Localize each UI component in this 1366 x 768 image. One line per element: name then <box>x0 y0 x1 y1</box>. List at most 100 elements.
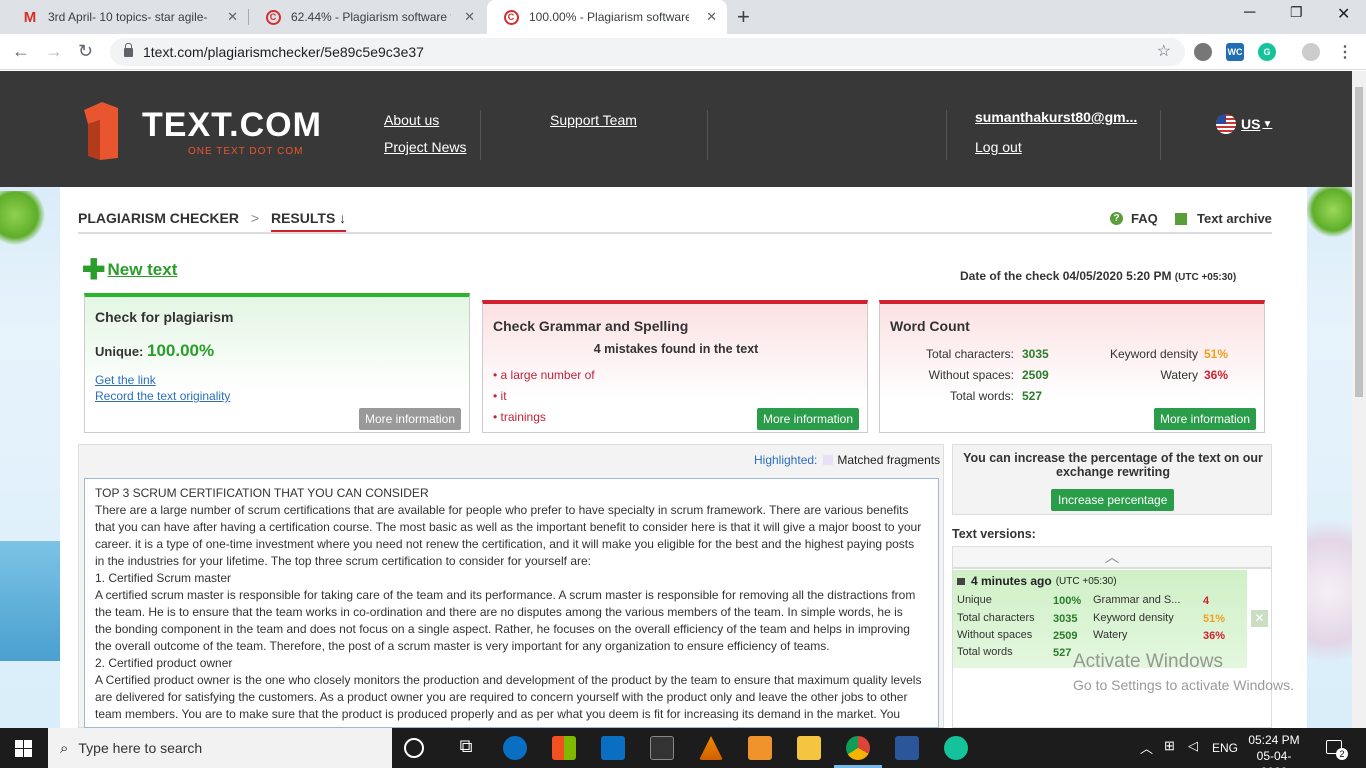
highlight-legend: Highlighted: Matched fragments <box>754 453 941 467</box>
breadcrumb-divider <box>78 232 1272 234</box>
record-originality-link[interactable]: Record the text originality <box>95 389 230 403</box>
logo-name: TEXT.COM <box>142 106 322 144</box>
without-spaces: 2509 <box>1022 368 1049 382</box>
extension-cloud-icon[interactable] <box>1194 43 1212 61</box>
about-link[interactable]: About us <box>384 112 439 128</box>
logout-link[interactable]: Log out <box>975 139 1022 155</box>
activate-windows-watermark: Activate Windows Go to Settings to activ… <box>1073 651 1294 693</box>
site-logo[interactable]: TEXT.COM ONE TEXT DOT COM <box>78 100 322 160</box>
wc-extension-icon[interactable]: WC <box>1226 43 1244 61</box>
volume-icon[interactable]: ◁ <box>1188 738 1198 754</box>
date-of-check: Date of the check 04/05/2020 5:20 PM (UT… <box>960 269 1237 283</box>
versions-scroll-up[interactable]: ︿ <box>952 546 1272 568</box>
network-icon[interactable]: ⊞ <box>1164 738 1175 754</box>
plagiarism-card: Check for plagiarism Unique: 100.00% Get… <box>84 293 470 433</box>
copyright-icon: C <box>265 9 281 25</box>
address-bar[interactable]: 1text.com/plagiarismchecker/5e89c5e9c3e3… <box>110 38 1185 66</box>
increase-panel: You can increase the percentage of the t… <box>952 444 1272 515</box>
text-archive-link[interactable]: Text archive <box>1175 211 1272 226</box>
close-window-icon[interactable]: ✕ <box>1337 4 1350 24</box>
lock-icon <box>957 577 965 585</box>
word-count-title: Word Count <box>890 318 970 334</box>
grammar-card: Check Grammar and Spelling 4 mistakes fo… <box>482 300 868 433</box>
help-icon: ? <box>1110 212 1123 225</box>
logo-sub: ONE TEXT DOT COM <box>188 146 304 157</box>
tab-gmail[interactable]: M 3rd April- 10 topics- star agile- S ✕ <box>6 0 248 34</box>
reload-icon[interactable]: ↻ <box>78 41 93 62</box>
project-news-link[interactable]: Project News <box>384 139 466 155</box>
notification-count: 2 <box>1336 748 1348 760</box>
sublime-icon[interactable] <box>748 736 772 760</box>
plagiarism-title: Check for plagiarism <box>95 309 234 325</box>
crumb-results[interactable]: RESULTS ↓ <box>270 210 347 232</box>
unique-value: 100.00% <box>147 341 215 360</box>
watery: 36% <box>1204 368 1229 382</box>
language-selector[interactable]: US ▼ <box>1216 114 1272 134</box>
store-icon[interactable] <box>552 736 576 760</box>
tray-chevron-up-icon[interactable]: ︿ <box>1140 738 1153 757</box>
word-icon[interactable] <box>895 736 919 760</box>
task-view-icon[interactable]: ⧉ <box>454 736 478 760</box>
get-link[interactable]: Get the link <box>95 373 156 387</box>
tab-plagiarism-62[interactable]: C 62.44% - Plagiarism software free ✕ <box>249 0 485 34</box>
chrome-icon[interactable] <box>846 736 870 760</box>
support-team-link[interactable]: Support Team <box>550 112 637 128</box>
delete-version-icon[interactable]: ✕ <box>1251 610 1268 627</box>
url-text: 1text.com/plagiarismchecker/5e89c5e9c3e3… <box>143 44 424 60</box>
vlc-icon[interactable] <box>699 736 723 760</box>
faq-link[interactable]: ? FAQ <box>1110 211 1158 226</box>
us-flag-icon <box>1216 114 1236 134</box>
increase-percentage-button[interactable]: Increase percentage <box>1051 489 1175 511</box>
word-count-card: Word Count Total characters: 3035 Withou… <box>879 300 1265 433</box>
new-tab-icon[interactable]: + <box>737 4 750 30</box>
maximize-icon[interactable]: ❐ <box>1290 4 1303 21</box>
grammar-title: Check Grammar and Spelling <box>493 318 689 334</box>
plagiarism-more-button[interactable]: More information <box>358 408 461 430</box>
tab-plagiarism-100[interactable]: C 100.00% - Plagiarism software fre ✕ <box>487 0 727 34</box>
browser-toolbar: ← → ↻ 1text.com/plagiarismchecker/5e89c5… <box>0 34 1366 70</box>
clock[interactable]: 05:24 PM 05-04-2020 <box>1246 732 1302 768</box>
search-icon: ⌕ <box>60 739 69 757</box>
windows-start-icon[interactable] <box>15 740 32 757</box>
forward-icon[interactable]: → <box>45 41 63 62</box>
matched-swatch <box>823 455 834 465</box>
page-scrollbar[interactable] <box>1352 71 1366 728</box>
back-icon[interactable]: ← <box>12 41 30 62</box>
total-characters: 3035 <box>1022 347 1049 361</box>
breadcrumb: PLAGIARISM CHECKER > RESULTS ↓ <box>78 210 347 232</box>
close-tab-icon[interactable]: ✕ <box>706 9 717 25</box>
new-text-button[interactable]: ✚ New text <box>82 254 177 285</box>
logo-mark-icon <box>78 100 120 160</box>
minimize-icon[interactable]: ─ <box>1244 4 1255 22</box>
gmail-icon: M <box>23 8 37 26</box>
grammar-more-button[interactable]: More information <box>756 408 859 430</box>
bookmark-star-icon[interactable]: ☆ <box>1157 41 1171 61</box>
file-explorer-icon[interactable] <box>797 736 821 760</box>
cortana-icon[interactable] <box>404 738 424 758</box>
mail-icon[interactable] <box>601 736 625 760</box>
crumb-checker[interactable]: PLAGIARISM CHECKER <box>78 210 239 226</box>
checked-text[interactable]: TOP 3 SCRUM CERTIFICATION THAT YOU CAN C… <box>84 478 939 728</box>
versions-title: Text versions: <box>952 527 1036 541</box>
grammar-summary: 4 mistakes found in the text <box>593 342 759 356</box>
mistake-item[interactable]: • a large number of <box>493 368 595 382</box>
close-tab-icon[interactable]: ✕ <box>227 9 238 25</box>
profile-avatar-icon[interactable] <box>1302 43 1320 61</box>
plus-icon: ✚ <box>82 254 106 285</box>
mistake-item[interactable]: • it <box>493 389 507 403</box>
mistake-item[interactable]: • trainings <box>493 410 546 424</box>
copyright-icon: C <box>503 9 519 25</box>
grammarly-extension-icon[interactable]: G <box>1258 43 1276 61</box>
language-indicator[interactable]: ENG <box>1212 741 1238 755</box>
user-email-link[interactable]: sumanthakurst80@gm... <box>975 109 1137 125</box>
taskbar-search[interactable]: ⌕ Type here to search <box>48 728 392 768</box>
edge-icon[interactable] <box>503 736 527 760</box>
close-tab-icon[interactable]: ✕ <box>464 9 475 25</box>
windows-taskbar: ⌕ Type here to search ⧉ ︿ ⊞ ◁ ENG 05:24 … <box>0 728 1366 768</box>
terminal-icon[interactable] <box>650 736 674 760</box>
increase-text: You can increase the percentage of the t… <box>963 451 1263 479</box>
wordcount-more-button[interactable]: More information <box>1153 408 1256 430</box>
total-words: 527 <box>1022 389 1043 403</box>
menu-dots-icon[interactable]: ⋮ <box>1336 43 1354 61</box>
grammarly-icon[interactable] <box>944 736 968 760</box>
